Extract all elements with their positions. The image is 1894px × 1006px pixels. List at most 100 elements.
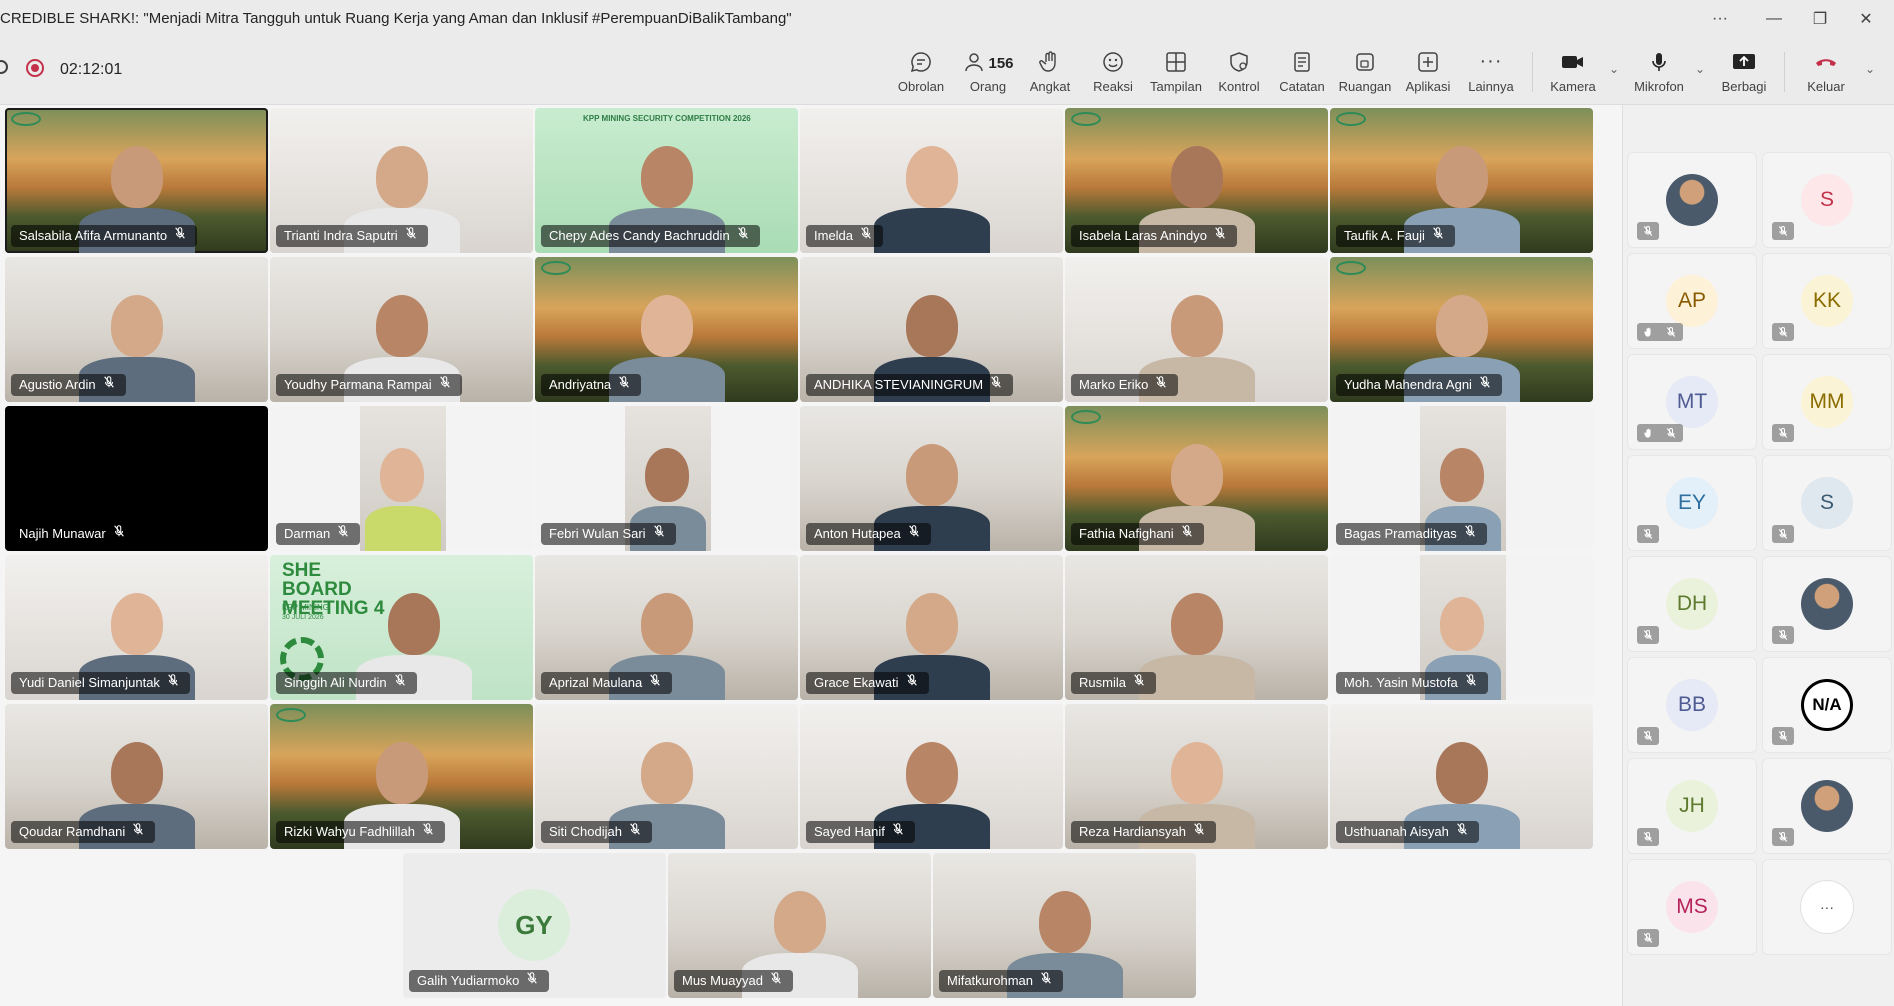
video-tile[interactable]: Yudi Daniel Simanjuntak <box>5 555 268 700</box>
participant-tile[interactable]: N/A <box>1762 657 1892 753</box>
participant-tile[interactable] <box>1762 758 1892 854</box>
video-tile[interactable]: Febri Wulan Sari <box>535 406 798 551</box>
react-button[interactable]: Reaksi <box>1081 46 1145 100</box>
participant-name-label: Salsabila Afifa Armunanto <box>11 225 198 247</box>
close-button[interactable]: ✕ <box>1846 6 1886 32</box>
video-tile[interactable]: Aprizal Maulana <box>535 555 798 700</box>
camera-chevron-down-icon[interactable]: ⌄ <box>1606 62 1622 78</box>
company-logo-icon <box>541 261 571 275</box>
video-tile[interactable]: Anton Hutapea <box>800 406 1063 551</box>
participant-tile[interactable]: S <box>1762 152 1892 248</box>
more-icon: ··· <box>1479 50 1503 72</box>
video-tile[interactable]: Yudha Mahendra Agni <box>1330 257 1593 402</box>
participant-tile[interactable]: S <box>1762 455 1892 551</box>
people-label: Orang <box>969 79 1007 94</box>
chat-button[interactable]: Obrolan <box>889 46 953 100</box>
participant-tile[interactable] <box>1627 152 1757 248</box>
video-tile[interactable]: Fathia Nafighani <box>1065 406 1328 551</box>
video-tile[interactable]: GY Galih Yudiarmoko <box>403 853 666 998</box>
participant-tile[interactable]: MS <box>1627 859 1757 955</box>
video-tile[interactable]: Imelda <box>800 108 1063 253</box>
video-tile[interactable]: Reza Hardiansyah <box>1065 704 1328 849</box>
video-tile[interactable]: Sayed Hanif <box>800 704 1063 849</box>
mic-chevron-down-icon[interactable]: ⌄ <box>1692 62 1708 78</box>
video-tile[interactable]: Siti Chodijah <box>535 704 798 849</box>
mic-off-icon <box>652 523 666 545</box>
notes-button[interactable]: Catatan <box>1270 46 1334 100</box>
leave-chevron-down-icon[interactable]: ⌄ <box>1862 62 1878 78</box>
participant-name: Andriyatna <box>549 377 612 392</box>
emoji-icon <box>1081 46 1145 76</box>
camera-button[interactable]: Kamera <box>1541 46 1605 100</box>
rooms-button[interactable]: Ruangan <box>1333 46 1397 100</box>
meeting-toolbar: 02:12:01 Obrolan 156 Orang Angkat Reaksi… <box>0 38 1894 105</box>
video-tile[interactable]: Darman <box>270 406 533 551</box>
apps-button[interactable]: Aplikasi <box>1396 46 1460 100</box>
raise-hand-button[interactable]: Angkat <box>1018 46 1082 100</box>
mic-off-icon <box>1772 323 1794 341</box>
mic-off-icon <box>628 821 642 843</box>
participant-tile[interactable]: MT <box>1627 354 1757 450</box>
video-tile[interactable]: Youdhy Parmana Rampai <box>270 257 533 402</box>
video-tile[interactable]: Andriyatna <box>535 257 798 402</box>
share-icon <box>1712 46 1776 76</box>
participant-name-label: Qoudar Ramdhani <box>11 821 156 843</box>
share-button[interactable]: Berbagi <box>1712 46 1776 100</box>
mic-off-icon <box>173 225 187 247</box>
leave-button[interactable]: Keluar <box>1794 46 1858 100</box>
video-tile[interactable]: Najih Munawar <box>5 406 268 551</box>
video-tile[interactable]: Usthuanah Aisyah <box>1330 704 1593 849</box>
video-tile[interactable]: Marko Eriko <box>1065 257 1328 402</box>
video-tile[interactable]: Salsabila Afifa Armunanto <box>5 108 268 253</box>
participant-tile[interactable] <box>1762 556 1892 652</box>
control-button[interactable]: Kontrol <box>1207 46 1271 100</box>
participant-tile[interactable]: AP <box>1627 253 1757 349</box>
more-participants-tile[interactable]: ··· <box>1762 859 1892 955</box>
participant-name: Sayed Hanif <box>814 824 885 839</box>
hang-up-icon <box>1794 46 1858 76</box>
restore-button[interactable]: ❐ <box>1800 6 1840 32</box>
meeting-timer: 02:12:01 <box>60 61 123 78</box>
participant-name: Darman <box>284 526 331 541</box>
mic-off-icon <box>438 374 452 396</box>
participant-avatar: EY <box>1666 477 1718 529</box>
video-tile[interactable]: Trianti Indra Saputri <box>270 108 533 253</box>
mic-button[interactable]: Mikrofon <box>1627 46 1691 100</box>
video-tile[interactable]: Bagas Pramadityas <box>1330 406 1593 551</box>
video-tile[interactable]: Rusmila <box>1065 555 1328 700</box>
mic-off-icon <box>1637 929 1659 947</box>
mic-off-icon <box>1772 626 1794 644</box>
people-button[interactable]: 156 Orang <box>953 46 1023 100</box>
video-tile[interactable]: Agustio Ardin <box>5 257 268 402</box>
participant-name: Aprizal Maulana <box>549 675 643 690</box>
participant-tile[interactable]: KK <box>1762 253 1892 349</box>
video-tile[interactable]: Qoudar Ramdhani <box>5 704 268 849</box>
more-button[interactable]: ··· Lainnya <box>1459 46 1523 100</box>
participant-name: Yudha Mahendra Agni <box>1344 377 1472 392</box>
participant-face <box>1171 444 1223 506</box>
more-participants-button[interactable]: ··· <box>1801 881 1853 933</box>
participant-avatar: MT <box>1666 376 1718 428</box>
participant-tile[interactable]: EY <box>1627 455 1757 551</box>
participant-tile[interactable]: JH <box>1627 758 1757 854</box>
video-tile[interactable]: SHE BOARD MEETING 4 KPP MINING 30 JULI 202… <box>270 555 533 700</box>
view-button[interactable]: Tampilan <box>1144 46 1208 100</box>
video-tile[interactable]: Grace Ekawati <box>800 555 1063 700</box>
video-tile[interactable]: ANDHIKA STEVIANINGRUM <box>800 257 1063 402</box>
video-tile[interactable]: Isabela Laras Anindyo <box>1065 108 1328 253</box>
video-tile[interactable]: Rizki Wahyu Fadhlillah <box>270 704 533 849</box>
video-tile[interactable]: Moh. Yasin Mustofa <box>1330 555 1593 700</box>
participant-tile[interactable]: BB <box>1627 657 1757 753</box>
participant-tile[interactable]: DH <box>1627 556 1757 652</box>
participant-name-label: Taufik A. Fauji <box>1336 225 1455 247</box>
video-tile[interactable]: Mus Muayyad <box>668 853 931 998</box>
video-tile[interactable]: KPP MINING SECURITY COMPETITION 2026 Chep… <box>535 108 798 253</box>
participant-name-label: Grace Ekawati <box>806 672 929 694</box>
video-tile[interactable]: Mifatkurohman <box>933 853 1196 998</box>
more-options-button[interactable]: ··· <box>1700 6 1740 32</box>
participant-tile[interactable]: MM <box>1762 354 1892 450</box>
participant-face <box>1436 295 1488 357</box>
participant-count: 156 <box>988 55 1014 72</box>
video-tile[interactable]: Taufik A. Fauji <box>1330 108 1593 253</box>
minimize-button[interactable]: — <box>1754 6 1794 32</box>
